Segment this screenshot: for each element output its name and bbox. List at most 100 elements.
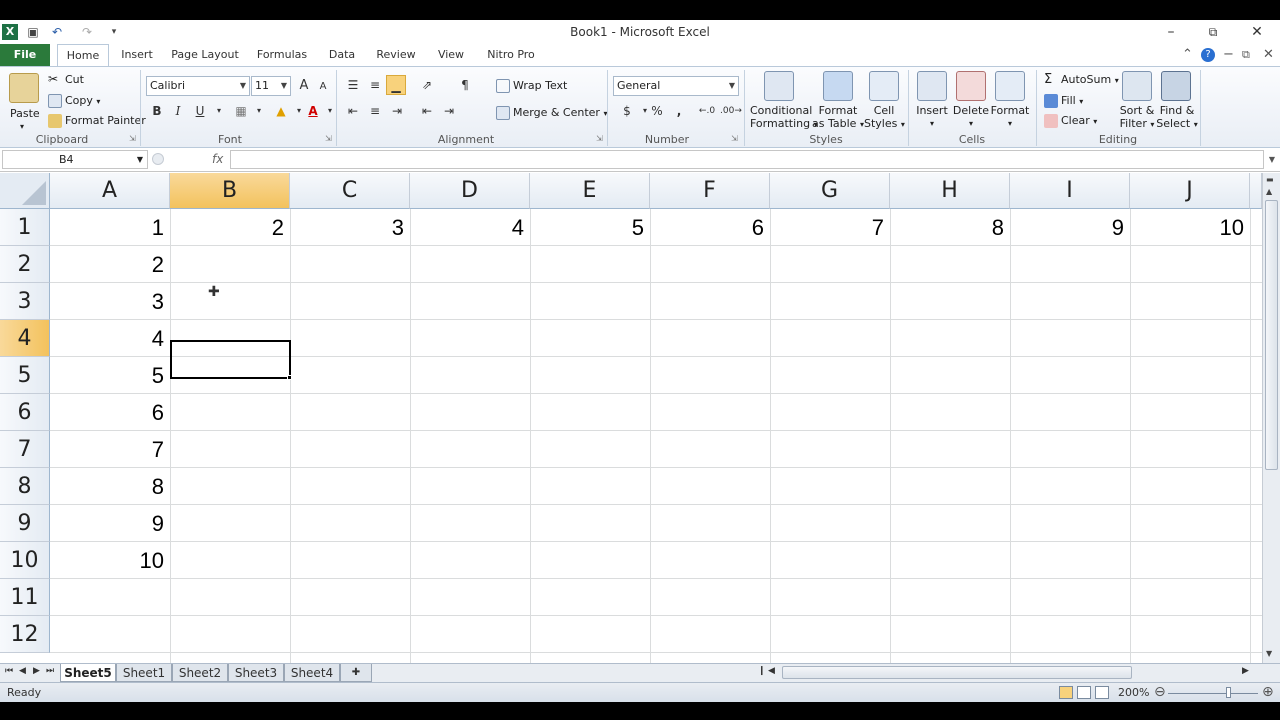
column-header-c[interactable]: C xyxy=(290,173,410,209)
horizontal-scroll-thumb[interactable] xyxy=(782,666,1132,679)
tab-data[interactable]: Data xyxy=(322,44,362,66)
normal-view-icon[interactable] xyxy=(1059,686,1073,699)
delete-cells-button[interactable]: Delete ▾ xyxy=(951,104,991,130)
page-break-view-icon[interactable] xyxy=(1095,686,1109,699)
wrap-text-button[interactable]: Wrap Text xyxy=(496,79,567,93)
tab-nitro-pro[interactable]: Nitro Pro xyxy=(482,44,540,66)
worksheet-grid[interactable]: A B C D E F G H I J 1 2 3 4 5 6 7 8 9 10… xyxy=(0,173,1262,663)
cell-c1[interactable]: 3 xyxy=(290,209,410,246)
restore-button[interactable]: ⧉ xyxy=(1198,22,1228,42)
zoom-out-icon[interactable]: ⊖ xyxy=(1154,684,1166,700)
cell-a4[interactable]: 4 xyxy=(50,320,170,357)
fill-button[interactable]: Fill ▾ xyxy=(1044,94,1083,108)
row-header-11[interactable]: 11 xyxy=(0,579,50,616)
column-header-f[interactable]: F xyxy=(650,173,770,209)
sheet-tab-sheet2[interactable]: Sheet2 xyxy=(172,664,228,682)
comma-button[interactable]: , xyxy=(670,101,688,121)
workbook-restore-icon[interactable]: ⧉ xyxy=(1242,48,1250,62)
cell-a3[interactable]: 3 xyxy=(50,283,170,320)
cell-f1[interactable]: 6 xyxy=(650,209,770,246)
clipboard-launcher-icon[interactable]: ⇲ xyxy=(129,134,136,143)
zoom-level[interactable]: 200% xyxy=(1118,686,1149,699)
formula-expand-icon[interactable]: ▼ xyxy=(1266,150,1278,169)
zoom-in-icon[interactable]: ⊕ xyxy=(1262,684,1274,700)
horizontal-scrollbar[interactable]: ◀ ▶ xyxy=(768,666,1252,680)
next-sheet-icon[interactable]: ▶ xyxy=(33,666,40,676)
paste-icon[interactable] xyxy=(9,73,39,103)
percent-button[interactable]: % xyxy=(648,101,666,121)
column-header-b[interactable]: B xyxy=(170,173,290,209)
orientation-icon[interactable]: ⇗ xyxy=(418,75,436,95)
align-middle-icon[interactable]: ≡ xyxy=(366,75,384,95)
cell-a10[interactable]: 10 xyxy=(50,542,170,579)
cell-h1[interactable]: 8 xyxy=(890,209,1010,246)
column-header-g[interactable]: G xyxy=(770,173,890,209)
fill-color-icon[interactable]: ▲ xyxy=(272,101,290,121)
borders-icon[interactable]: ▦ xyxy=(232,101,250,121)
row-header-5[interactable]: 5 xyxy=(0,357,50,394)
minimize-ribbon-icon[interactable]: ⌃ xyxy=(1182,48,1193,62)
row-header-6[interactable]: 6 xyxy=(0,394,50,431)
decrease-indent-icon[interactable]: ⇤ xyxy=(418,101,436,121)
row-header-8[interactable]: 8 xyxy=(0,468,50,505)
tab-insert[interactable]: Insert xyxy=(115,44,159,66)
font-color-icon[interactable]: A xyxy=(304,101,322,121)
tab-page-layout[interactable]: Page Layout xyxy=(168,44,242,66)
decrease-decimal-icon[interactable]: .00→ xyxy=(720,101,742,121)
scroll-right-icon[interactable]: ▶ xyxy=(1242,666,1249,676)
align-top-icon[interactable]: ☰ xyxy=(344,75,362,95)
currency-button[interactable]: $ xyxy=(618,101,636,121)
split-box-icon[interactable]: ▬ xyxy=(1266,175,1274,184)
row-header-9[interactable]: 9 xyxy=(0,505,50,542)
align-right-icon[interactable]: ⇥ xyxy=(388,101,406,121)
cell-d1[interactable]: 4 xyxy=(410,209,530,246)
row-header-10[interactable]: 10 xyxy=(0,542,50,579)
fill-handle[interactable] xyxy=(287,375,292,380)
active-cell-b4[interactable] xyxy=(170,340,291,379)
prev-sheet-icon[interactable]: ◀ xyxy=(19,666,26,676)
font-size-select[interactable]: 11 ▼ xyxy=(251,76,291,96)
underline-dropdown-icon[interactable]: ▾ xyxy=(210,101,228,121)
tab-view[interactable]: View xyxy=(432,44,470,66)
copy-button[interactable]: Copy ▾ xyxy=(48,94,100,108)
zoom-slider[interactable] xyxy=(1168,693,1258,694)
column-header-h[interactable]: H xyxy=(890,173,1010,209)
cell-a6[interactable]: 6 xyxy=(50,394,170,431)
cell-j1[interactable]: 10 xyxy=(1130,209,1250,246)
sheet-tab-sheet1[interactable]: Sheet1 xyxy=(116,664,172,682)
format-cells-button[interactable]: Format ▾ xyxy=(990,104,1030,130)
paragraph-direction-icon[interactable]: ¶ xyxy=(456,75,474,95)
cell-a2[interactable]: 2 xyxy=(50,246,170,283)
clear-button[interactable]: Clear ▾ xyxy=(1044,114,1097,128)
increase-indent-icon[interactable]: ⇥ xyxy=(440,101,458,121)
tab-review[interactable]: Review xyxy=(372,44,420,66)
cell-e1[interactable]: 5 xyxy=(530,209,650,246)
tab-home[interactable]: Home xyxy=(57,44,109,66)
sheet-tab-sheet4[interactable]: Sheet4 xyxy=(284,664,340,682)
scroll-left-icon[interactable]: ◀ xyxy=(768,666,775,676)
name-box-dropdown-icon[interactable]: ▼ xyxy=(137,151,143,168)
tab-formulas[interactable]: Formulas xyxy=(252,44,312,66)
insert-sheet-icon[interactable]: ✚ xyxy=(340,664,372,682)
shrink-font-button[interactable]: A xyxy=(314,77,332,97)
bold-button[interactable]: B xyxy=(148,101,166,121)
row-header-4[interactable]: 4 xyxy=(0,320,50,357)
minimize-button[interactable]: – xyxy=(1156,22,1186,42)
cell-styles-button[interactable]: Cell Styles ▾ xyxy=(864,104,905,131)
scroll-down-icon[interactable]: ▼ xyxy=(1266,649,1272,658)
row-header-2[interactable]: 2 xyxy=(0,246,50,283)
cell-a9[interactable]: 9 xyxy=(50,505,170,542)
merge-center-button[interactable]: Merge & Center ▾ xyxy=(496,106,607,120)
cut-button[interactable]: ✂ Cut xyxy=(48,73,84,87)
format-painter-button[interactable]: Format Painter xyxy=(48,114,146,128)
cell-a5[interactable]: 5 xyxy=(50,357,170,394)
conditional-formatting-button[interactable]: Conditional Formatting ▾ xyxy=(750,104,818,131)
formula-input[interactable] xyxy=(230,150,1264,169)
last-sheet-icon[interactable]: ⏭ xyxy=(46,666,54,676)
column-header-a[interactable]: A xyxy=(50,173,170,209)
row-header-3[interactable]: 3 xyxy=(0,283,50,320)
cell-b1[interactable]: 2 xyxy=(170,209,290,246)
font-launcher-icon[interactable]: ⇲ xyxy=(325,134,332,143)
number-launcher-icon[interactable]: ⇲ xyxy=(731,134,738,143)
first-sheet-icon[interactable]: ⏮ xyxy=(5,666,13,676)
